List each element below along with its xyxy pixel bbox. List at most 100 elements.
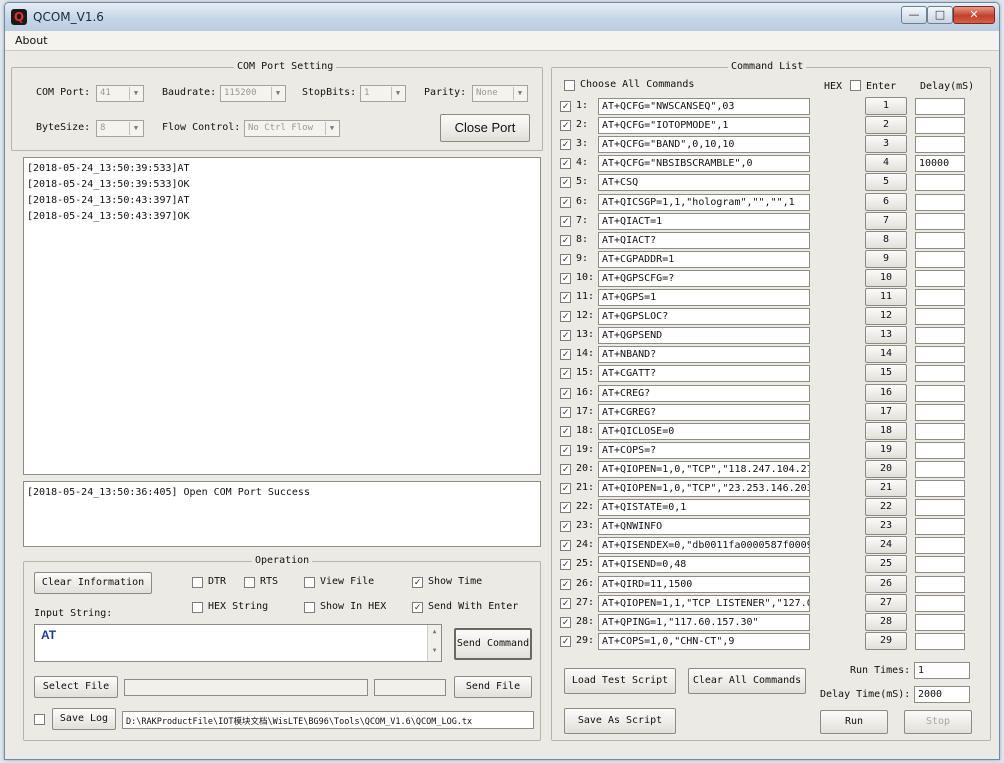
command-enter-checkbox[interactable]: ✓ (560, 330, 571, 342)
command-input[interactable]: AT+QIOPEN=1,0,"TCP","23.253.146.203 (598, 480, 810, 497)
command-send-button[interactable]: 5 (865, 173, 907, 192)
command-enter-checkbox[interactable]: ✓ (560, 177, 571, 189)
clear-all-commands-button[interactable]: Clear All Commands (688, 668, 806, 694)
command-input[interactable]: AT+QGPSCFG=? (598, 269, 810, 287)
command-enter-checkbox[interactable]: ✓ (560, 483, 571, 494)
clear-information-button[interactable]: Clear Information (34, 572, 152, 594)
show-time-checkbox[interactable]: ✓ (412, 577, 423, 588)
command-delay-input[interactable] (915, 174, 965, 192)
command-enter-checkbox[interactable]: ✓ (560, 521, 571, 533)
command-send-button[interactable]: 26 (865, 574, 907, 593)
command-enter-checkbox[interactable]: ✓ (560, 540, 571, 552)
file-path-field[interactable] (124, 679, 368, 696)
choose-all-checkbox[interactable] (564, 80, 575, 91)
command-send-button[interactable]: 28 (865, 612, 907, 631)
command-enter-checkbox[interactable]: ✓ (560, 349, 571, 361)
command-enter-checkbox[interactable]: ✓ (560, 120, 571, 132)
command-delay-input[interactable] (915, 98, 965, 115)
command-input[interactable]: AT+CGPADDR=1 (598, 250, 810, 268)
command-delay-input[interactable] (915, 231, 965, 249)
command-enter-checkbox[interactable]: ✓ (560, 616, 571, 628)
command-delay-input[interactable] (915, 460, 965, 478)
command-enter-checkbox[interactable]: ✓ (560, 635, 571, 647)
command-delay-input[interactable] (915, 537, 965, 555)
delay-time-input[interactable]: 2000 (914, 686, 970, 703)
command-send-button[interactable]: 18 (865, 421, 907, 440)
input-scrollbar[interactable]: ▲ ▼ (427, 625, 441, 661)
command-input[interactable]: AT+QGPS=1 (598, 289, 810, 306)
command-enter-checkbox[interactable]: ✓ (560, 139, 571, 151)
save-as-script-button[interactable]: Save As Script (564, 708, 676, 734)
command-delay-input[interactable] (915, 480, 965, 497)
command-send-button[interactable]: 24 (865, 536, 907, 555)
command-delay-input[interactable]: 10000 (915, 155, 965, 173)
command-enter-checkbox[interactable]: ✓ (560, 463, 571, 475)
save-log-button[interactable]: Save Log (52, 708, 116, 730)
command-delay-input[interactable] (915, 556, 965, 574)
command-enter-checkbox[interactable]: ✓ (560, 387, 571, 399)
command-send-button[interactable]: 29 (865, 631, 907, 650)
command-delay-input[interactable] (915, 422, 965, 440)
command-send-button[interactable]: 12 (865, 307, 907, 326)
flow-control-select[interactable]: No Ctrl Flow ▼ (244, 120, 340, 137)
command-enter-checkbox[interactable]: ✓ (560, 253, 571, 265)
command-enter-checkbox[interactable]: ✓ (560, 101, 571, 112)
bytesize-select[interactable]: 8 ▼ (96, 120, 144, 137)
command-input[interactable]: AT+QNWINFO (598, 518, 810, 536)
save-log-checkbox[interactable] (34, 714, 45, 725)
command-delay-input[interactable] (915, 212, 965, 230)
command-enter-checkbox[interactable]: ✓ (560, 425, 571, 437)
command-send-button[interactable]: 15 (865, 364, 907, 383)
command-input[interactable]: AT+QISTATE=0,1 (598, 499, 810, 517)
command-delay-input[interactable] (915, 403, 965, 421)
command-delay-input[interactable] (915, 308, 965, 326)
command-send-button[interactable]: 1 (865, 97, 907, 115)
command-enter-checkbox[interactable]: ✓ (560, 311, 571, 323)
command-send-button[interactable]: 19 (865, 440, 907, 459)
command-send-button[interactable]: 20 (865, 459, 907, 478)
command-enter-checkbox[interactable]: ✓ (560, 196, 571, 208)
command-enter-checkbox[interactable]: ✓ (560, 368, 571, 380)
command-delay-input[interactable] (915, 269, 965, 287)
command-delay-input[interactable] (915, 136, 965, 154)
baudrate-select[interactable]: 115200 ▼ (220, 85, 286, 102)
command-input[interactable]: AT+QCFG="IOTOPMODE",1 (598, 117, 810, 135)
command-send-button[interactable]: 9 (865, 249, 907, 268)
command-send-button[interactable]: 25 (865, 555, 907, 574)
command-input[interactable]: AT+NBAND? (598, 346, 810, 364)
command-input[interactable]: AT+QCFG="NBSIBSCRAMBLE",0 (598, 155, 810, 173)
command-delay-input[interactable] (915, 518, 965, 536)
command-send-button[interactable]: 11 (865, 288, 907, 306)
command-input[interactable]: AT+CREG? (598, 384, 810, 402)
command-enter-checkbox[interactable]: ✓ (560, 559, 571, 571)
scroll-up-icon[interactable]: ▲ (428, 628, 441, 635)
command-input[interactable]: AT+QIRD=11,1500 (598, 575, 810, 593)
maximize-button[interactable]: □ (927, 6, 953, 24)
receive-log-pane[interactable]: [2018-05-24_13:50:39:533]AT [2018-05-24_1… (23, 157, 541, 475)
command-delay-input[interactable] (915, 365, 965, 383)
command-send-button[interactable]: 6 (865, 192, 907, 211)
command-delay-input[interactable] (915, 613, 965, 631)
command-delay-input[interactable] (915, 250, 965, 268)
run-button[interactable]: Run (820, 710, 888, 734)
command-delay-input[interactable] (915, 346, 965, 364)
send-command-button[interactable]: Send Command (454, 628, 532, 660)
command-send-button[interactable]: 7 (865, 211, 907, 230)
scroll-down-icon[interactable]: ▼ (428, 647, 441, 654)
command-enter-checkbox[interactable]: ✓ (560, 272, 571, 284)
command-input[interactable]: AT+QICSGP=1,1,"hologram","","",1 (598, 193, 810, 211)
command-enter-checkbox[interactable]: ✓ (560, 578, 571, 590)
close-window-button[interactable]: ✕ (953, 6, 995, 24)
command-delay-input[interactable] (915, 289, 965, 306)
close-port-button[interactable]: Close Port (440, 114, 530, 142)
input-string-field[interactable]: AT ▲ ▼ (34, 624, 442, 662)
command-delay-input[interactable] (915, 575, 965, 593)
command-send-button[interactable]: 21 (865, 479, 907, 497)
command-input[interactable]: AT+QIACT=1 (598, 212, 810, 230)
send-with-enter-checkbox[interactable]: ✓ (412, 602, 423, 613)
load-test-script-button[interactable]: Load Test Script (564, 668, 676, 694)
command-delay-input[interactable] (915, 193, 965, 211)
command-delay-input[interactable] (915, 441, 965, 459)
command-input[interactable]: AT+QPING=1,"117.60.157.30" (598, 613, 810, 631)
menu-about[interactable]: About (15, 34, 48, 47)
